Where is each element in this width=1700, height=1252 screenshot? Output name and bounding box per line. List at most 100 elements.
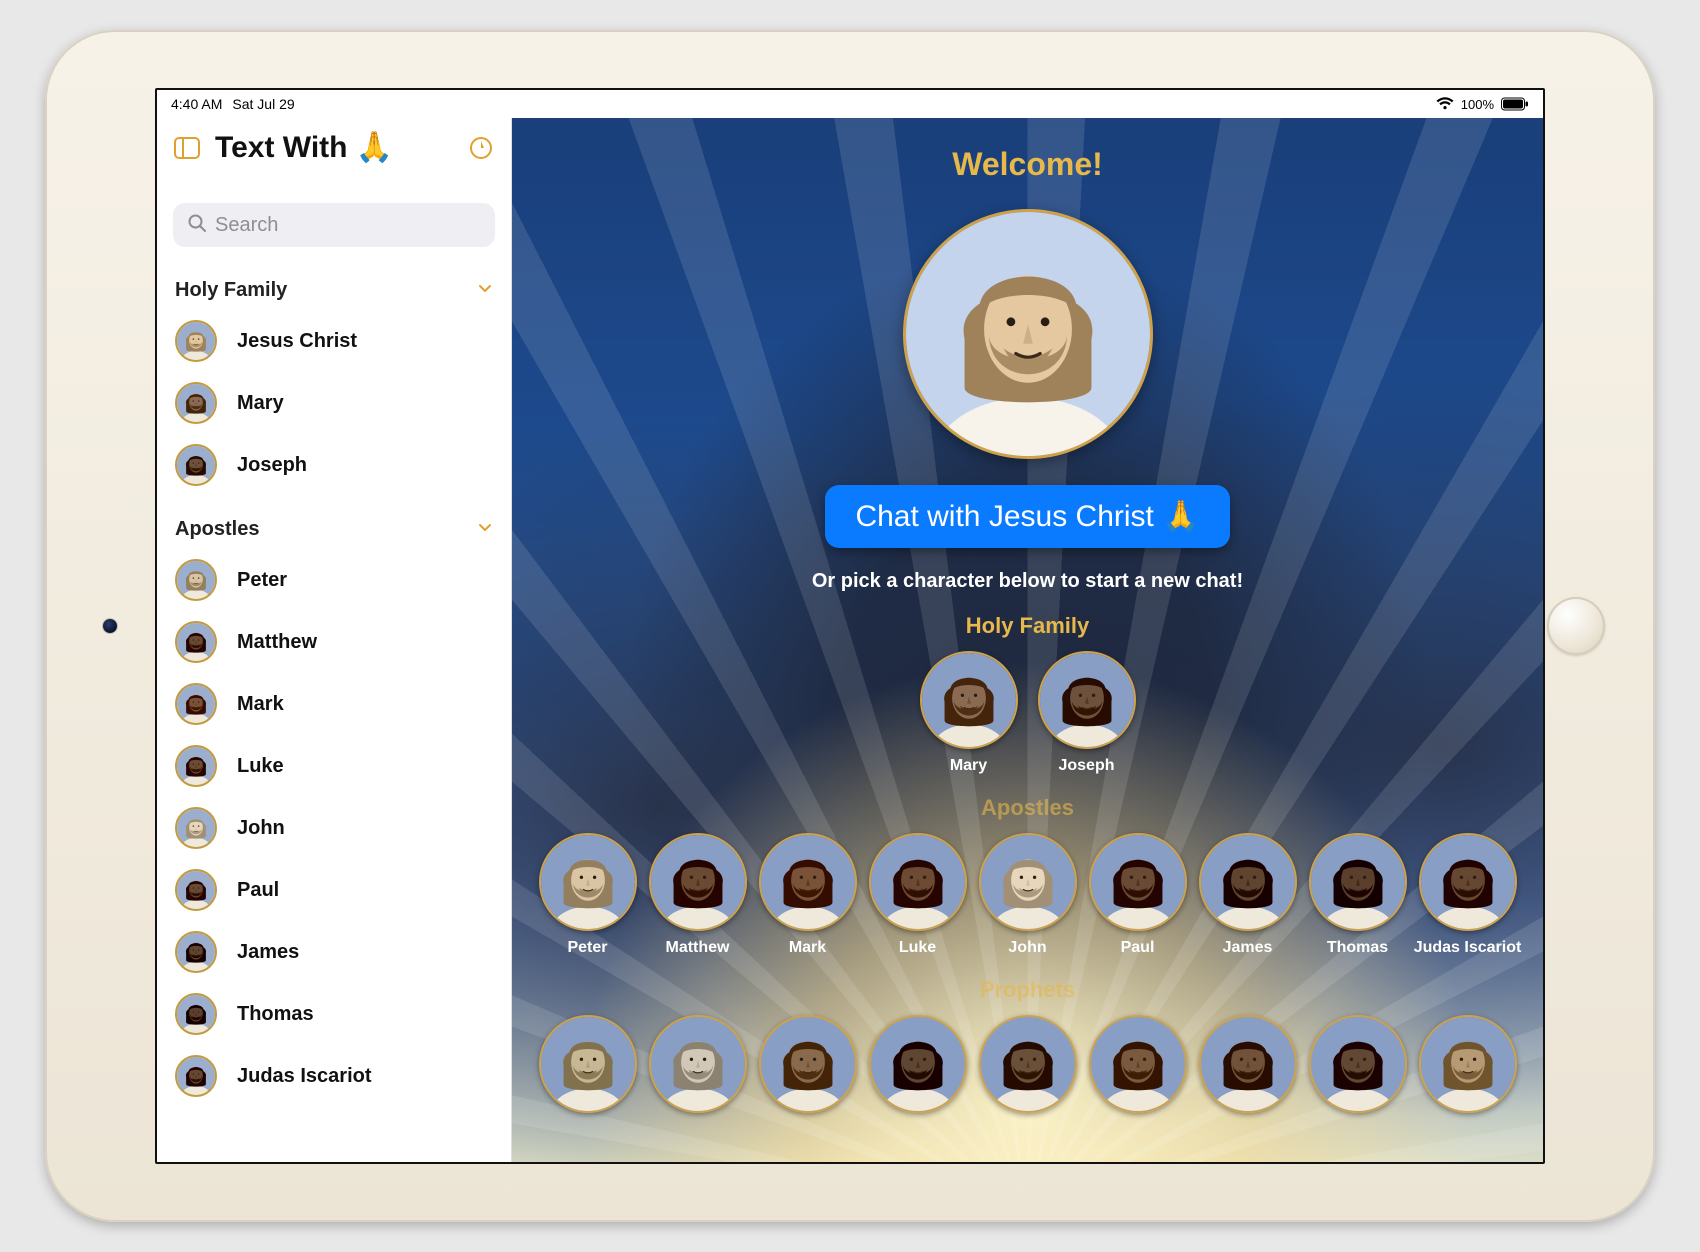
sidebar-contact-row[interactable]: Mary bbox=[157, 372, 511, 434]
avatar bbox=[175, 931, 217, 973]
sidebar-section-header[interactable]: Holy Family bbox=[157, 257, 511, 310]
battery-icon bbox=[1501, 97, 1529, 111]
character-card[interactable]: James bbox=[1198, 833, 1298, 957]
avatar bbox=[1089, 1015, 1187, 1113]
avatar bbox=[979, 1015, 1077, 1113]
avatar bbox=[175, 621, 217, 663]
character-name: Paul bbox=[1121, 939, 1155, 957]
character-name: Matthew bbox=[666, 939, 730, 957]
character-card[interactable] bbox=[868, 1015, 968, 1113]
main-scroll[interactable]: Welcome! Chat with Jesus Christ 🙏 bbox=[512, 118, 1543, 1162]
sidebar: Text With 🙏 Holy Family bbox=[157, 118, 512, 1162]
avatar bbox=[175, 444, 217, 486]
sidebar-contact-row[interactable]: Jesus Christ bbox=[157, 310, 511, 372]
ipad-device-frame: 4:40 AM Sat Jul 29 100% bbox=[45, 30, 1655, 1222]
sidebar-contact-row[interactable]: Mark bbox=[157, 673, 511, 735]
avatar bbox=[1199, 833, 1297, 931]
contact-name: Thomas bbox=[237, 1003, 314, 1026]
avatar bbox=[175, 683, 217, 725]
character-name: Judas Iscariot bbox=[1414, 939, 1522, 957]
sidebar-section-header[interactable]: Apostles bbox=[157, 496, 511, 549]
character-card[interactable] bbox=[978, 1015, 1078, 1113]
character-card[interactable]: Luke bbox=[868, 833, 968, 957]
character-card[interactable]: Mary bbox=[919, 651, 1019, 775]
sidebar-section-title: Apostles bbox=[175, 518, 259, 541]
contact-name: Judas Iscariot bbox=[237, 1065, 372, 1088]
avatar bbox=[649, 833, 747, 931]
avatar bbox=[175, 807, 217, 849]
character-name: Joseph bbox=[1058, 757, 1114, 775]
character-card[interactable]: Matthew bbox=[648, 833, 748, 957]
sidebar-contact-row[interactable]: Paul bbox=[157, 859, 511, 921]
settings-icon[interactable] bbox=[467, 134, 495, 162]
character-card[interactable] bbox=[1198, 1015, 1298, 1113]
search-icon bbox=[187, 213, 207, 238]
avatar bbox=[1419, 833, 1517, 931]
character-card[interactable]: Peter bbox=[538, 833, 638, 957]
character-card[interactable] bbox=[648, 1015, 748, 1113]
status-time: 4:40 AM bbox=[171, 96, 222, 112]
character-card[interactable] bbox=[1308, 1015, 1408, 1113]
character-name: Thomas bbox=[1327, 939, 1388, 957]
character-card[interactable]: Thomas bbox=[1308, 833, 1408, 957]
avatar bbox=[759, 1015, 857, 1113]
avatar bbox=[1309, 1015, 1407, 1113]
character-name: Mark bbox=[789, 939, 826, 957]
search-input[interactable] bbox=[215, 214, 481, 237]
avatar bbox=[1038, 651, 1136, 749]
character-card[interactable]: Joseph bbox=[1037, 651, 1137, 775]
status-bar: 4:40 AM Sat Jul 29 100% bbox=[157, 90, 1543, 118]
character-card[interactable]: Paul bbox=[1088, 833, 1188, 957]
contact-name: Peter bbox=[237, 569, 287, 592]
status-date: Sat Jul 29 bbox=[232, 96, 294, 112]
chevron-down-icon bbox=[477, 518, 493, 541]
contact-name: Matthew bbox=[237, 631, 317, 654]
character-card[interactable] bbox=[1088, 1015, 1188, 1113]
sidebar-contact-row[interactable]: Luke bbox=[157, 735, 511, 797]
character-name: James bbox=[1223, 939, 1273, 957]
main-content: Welcome! Chat with Jesus Christ 🙏 bbox=[512, 118, 1543, 1162]
character-row bbox=[538, 1015, 1518, 1113]
screen: 4:40 AM Sat Jul 29 100% bbox=[155, 88, 1545, 1164]
avatar bbox=[920, 651, 1018, 749]
avatar bbox=[175, 559, 217, 601]
front-camera bbox=[103, 619, 117, 633]
chat-cta-button[interactable]: Chat with Jesus Christ 🙏 bbox=[825, 485, 1229, 548]
contact-name: Mary bbox=[237, 392, 284, 415]
character-card[interactable] bbox=[538, 1015, 638, 1113]
search-wrap bbox=[157, 173, 511, 257]
character-card[interactable] bbox=[758, 1015, 858, 1113]
sidebar-contact-row[interactable]: Thomas bbox=[157, 983, 511, 1045]
character-card[interactable] bbox=[1418, 1015, 1518, 1113]
home-button[interactable] bbox=[1547, 597, 1605, 655]
character-name: John bbox=[1008, 939, 1046, 957]
sidebar-section-title: Holy Family bbox=[175, 279, 287, 302]
character-card[interactable]: John bbox=[978, 833, 1078, 957]
avatar bbox=[175, 382, 217, 424]
sidebar-contact-row[interactable]: Matthew bbox=[157, 611, 511, 673]
contact-name: Paul bbox=[237, 879, 279, 902]
contact-name: Jesus Christ bbox=[237, 330, 357, 353]
avatar bbox=[175, 869, 217, 911]
hero-avatar[interactable] bbox=[903, 209, 1153, 459]
sidebar-contact-row[interactable]: Peter bbox=[157, 549, 511, 611]
character-card[interactable]: Judas Iscariot bbox=[1418, 833, 1518, 957]
sidebar-contact-row[interactable]: Judas Iscariot bbox=[157, 1045, 511, 1107]
sidebar-contact-row[interactable]: Joseph bbox=[157, 434, 511, 496]
character-name: Luke bbox=[899, 939, 936, 957]
avatar bbox=[869, 1015, 967, 1113]
sidebar-contact-row[interactable]: James bbox=[157, 921, 511, 983]
avatar bbox=[175, 320, 217, 362]
avatar bbox=[539, 833, 637, 931]
avatar bbox=[539, 1015, 637, 1113]
sidebar-scroll[interactable]: Holy Family Jesus Christ bbox=[157, 257, 511, 1162]
contact-name: Luke bbox=[237, 755, 284, 778]
character-card[interactable]: Mark bbox=[758, 833, 858, 957]
sidebar-contact-row[interactable]: John bbox=[157, 797, 511, 859]
avatar bbox=[175, 1055, 217, 1097]
avatar bbox=[1419, 1015, 1517, 1113]
avatar bbox=[649, 1015, 747, 1113]
sidebar-toggle-icon[interactable] bbox=[173, 134, 201, 162]
search-field[interactable] bbox=[173, 203, 495, 247]
character-row: Mary Joseph bbox=[538, 651, 1518, 775]
